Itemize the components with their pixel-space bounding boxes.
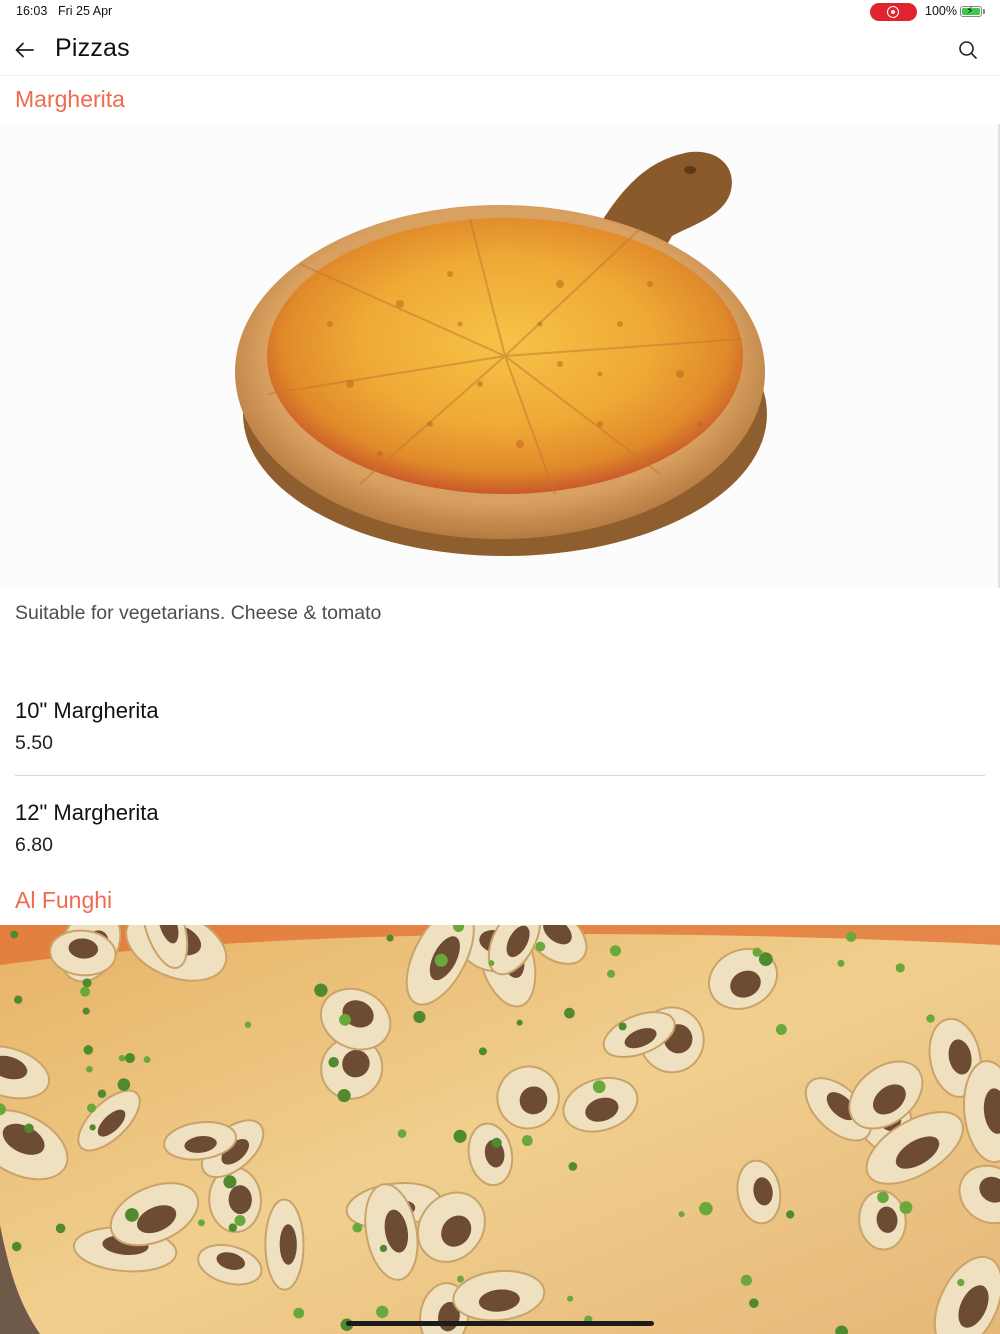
item-name: 10" Margherita	[15, 698, 159, 723]
screen-recording-icon[interactable]	[870, 3, 917, 21]
status-bar: 16:03 Fri 25 Apr 100% ⚡	[0, 0, 1000, 24]
home-indicator[interactable]	[346, 1321, 654, 1326]
item-divider	[15, 775, 985, 776]
status-time: 16:03	[16, 4, 48, 18]
page-title: Pizzas	[55, 34, 130, 62]
mushroom-pizza-image	[0, 925, 1000, 1334]
section-title-al-funghi: Al Funghi	[15, 887, 113, 913]
section-title-margherita: Margherita	[15, 86, 125, 112]
charging-bolt-icon: ⚡	[966, 5, 974, 17]
back-button[interactable]	[12, 37, 38, 63]
item-name: 12" Margherita	[15, 800, 159, 825]
menu-item[interactable]: 12" Margherita 6.80	[15, 800, 985, 857]
battery-percent: 100%	[925, 4, 957, 18]
arrow-left-icon	[15, 42, 34, 58]
search-icon	[959, 41, 977, 59]
app-screen: 16:03 Fri 25 Apr 100% ⚡ Pizzas Margherit…	[0, 0, 1000, 1334]
search-button[interactable]	[956, 38, 980, 62]
battery-cap	[983, 9, 985, 14]
section-description: Suitable for vegetarians. Cheese & tomat…	[15, 602, 382, 624]
status-date: Fri 25 Apr	[58, 4, 113, 18]
item-price: 6.80	[15, 834, 53, 856]
item-price: 5.50	[15, 732, 53, 754]
nav-bar: Pizzas	[0, 24, 1000, 76]
margherita-pizza-image	[0, 124, 1000, 588]
menu-item[interactable]: 10" Margherita 5.50	[15, 698, 985, 755]
